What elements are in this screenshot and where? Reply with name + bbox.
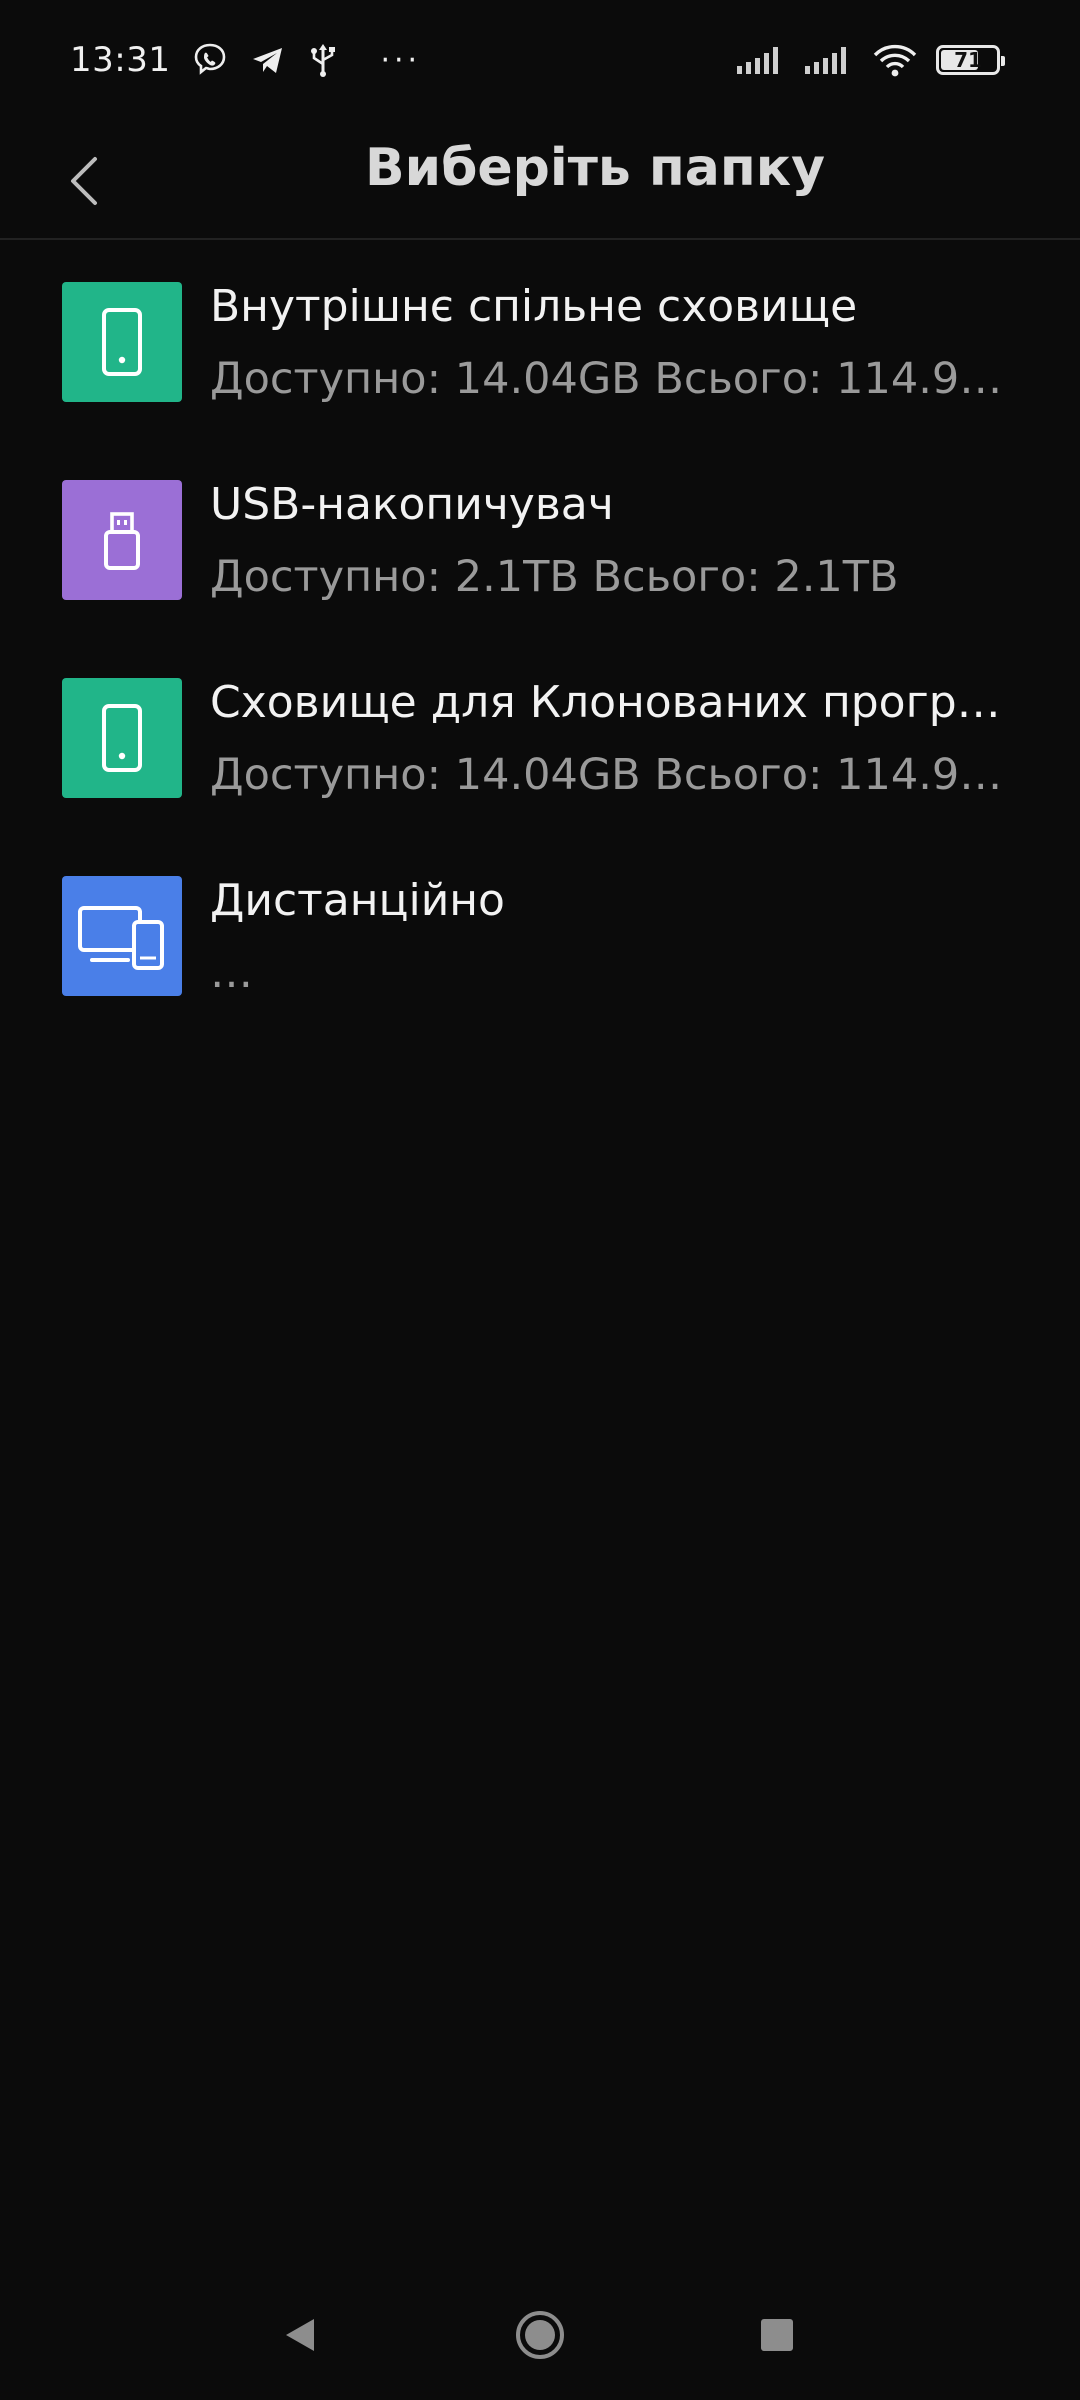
phone-icon bbox=[102, 308, 142, 376]
navigation-bar bbox=[0, 2270, 1080, 2400]
nav-back-button[interactable] bbox=[265, 2300, 335, 2370]
app-header: Виберіть папку bbox=[0, 120, 1080, 240]
item-text: Сховище для Клонованих прогр… Доступно: … bbox=[210, 674, 1010, 804]
battery-level: 71 bbox=[954, 48, 982, 72]
usb-icon bbox=[308, 42, 338, 78]
item-subtitle: … bbox=[210, 948, 253, 998]
item-subtitle: Доступно: 2.1TB Всього: 2.1TB bbox=[210, 552, 899, 602]
signal-icon bbox=[736, 44, 786, 76]
telegram-icon bbox=[250, 42, 286, 78]
item-title: Дистанційно bbox=[210, 875, 505, 926]
wifi-icon bbox=[872, 43, 918, 77]
usb-drive-icon bbox=[104, 512, 140, 570]
square-recents-icon bbox=[761, 2319, 793, 2351]
item-title: USB-накопичувач bbox=[210, 479, 614, 530]
item-text: Внутрішнє спільне сховище Доступно: 14.0… bbox=[210, 278, 1010, 408]
phone-icon bbox=[102, 704, 142, 772]
storage-item-internal[interactable]: Внутрішнє спільне сховище Доступно: 14.0… bbox=[0, 250, 1080, 448]
status-left: 13:31 ··· bbox=[70, 34, 421, 86]
viber-icon bbox=[192, 42, 228, 78]
devices-icon bbox=[78, 906, 164, 970]
item-subtitle: Доступно: 14.04GB Всього: 114.9… bbox=[210, 750, 1003, 800]
item-title: Внутрішнє спільне сховище bbox=[210, 281, 858, 332]
storage-item-clone[interactable]: Сховище для Клонованих прогр… Доступно: … bbox=[0, 646, 1080, 844]
storage-list: Внутрішнє спільне сховище Доступно: 14.0… bbox=[0, 250, 1080, 1042]
status-time: 13:31 bbox=[70, 40, 171, 80]
item-icon-tile bbox=[62, 282, 182, 402]
battery-icon: 71 bbox=[936, 45, 1005, 75]
storage-item-usb[interactable]: USB-накопичувач Доступно: 2.1TB Всього: … bbox=[0, 448, 1080, 646]
page-title: Виберіть папку bbox=[365, 138, 825, 198]
item-icon-tile bbox=[62, 876, 182, 996]
item-text: USB-накопичувач Доступно: 2.1TB Всього: … bbox=[210, 476, 1010, 606]
item-subtitle: Доступно: 14.04GB Всього: 114.9… bbox=[210, 354, 1003, 404]
status-bar: 13:31 ··· 71 bbox=[0, 0, 1080, 120]
item-title: Сховище для Клонованих прогр… bbox=[210, 677, 1001, 728]
storage-item-remote[interactable]: Дистанційно … bbox=[0, 844, 1080, 1042]
item-icon-tile bbox=[62, 678, 182, 798]
status-right: 71 bbox=[736, 34, 1005, 86]
more-notifications-icon: ··· bbox=[380, 42, 422, 78]
home-circle-icon bbox=[516, 2311, 564, 2359]
signal-icon-2 bbox=[804, 44, 854, 76]
nav-recents-button[interactable] bbox=[742, 2300, 812, 2370]
triangle-back-icon bbox=[286, 2319, 314, 2351]
item-text: Дистанційно … bbox=[210, 872, 1010, 1002]
item-icon-tile bbox=[62, 480, 182, 600]
nav-home-button[interactable] bbox=[505, 2300, 575, 2370]
